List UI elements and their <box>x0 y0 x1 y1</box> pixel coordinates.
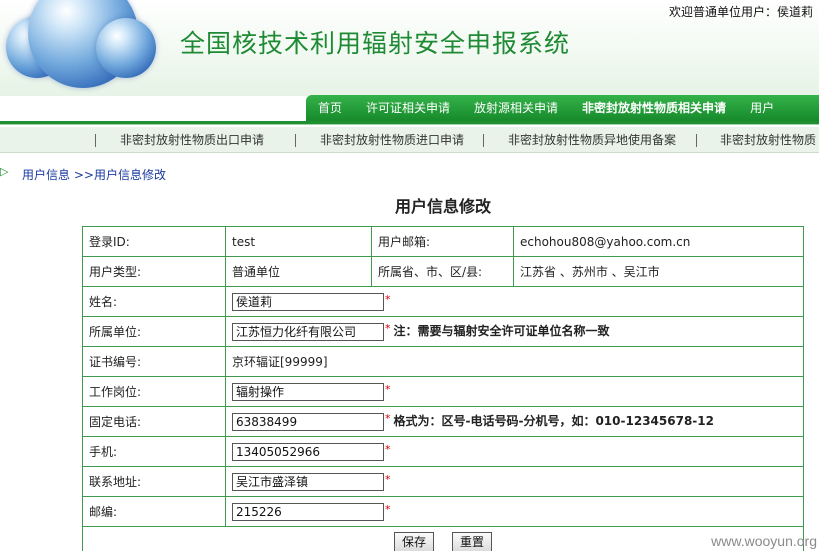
mobile-cell: 13405052966 * <box>225 436 804 467</box>
sub-nav: 非密封放射性物质出口申请 非密封放射性物质进口申请 非密封放射性物质异地使用备案… <box>0 127 819 153</box>
breadcrumb-home-link[interactable]: 用户信息 <box>22 168 70 182</box>
required-mark: * <box>385 382 391 396</box>
cert-value: 京环辐证[99999] <box>225 346 804 377</box>
nav-item-user[interactable]: 用户 <box>738 95 786 121</box>
nav-item-unsealed-material[interactable]: 非密封放射性物质相关申请 <box>570 95 738 121</box>
main-nav: 首页 许可证相关申请 放射源相关申请 非密封放射性物质相关申请 用户 <box>306 95 819 121</box>
email-label: 用户邮箱: <box>371 226 514 257</box>
blue-orb-logo <box>96 18 156 78</box>
header-banner: 全国核技术利用辐射安全申报系统 欢迎普通单位用户：侯道莉 <box>0 0 819 96</box>
required-mark: * <box>385 472 391 486</box>
watermark: www.wooyun.org <box>711 533 817 549</box>
page-title: 用户信息修改 <box>394 197 491 216</box>
welcome-username: 侯道莉 <box>776 5 813 19</box>
post-label: 工作岗位: <box>82 376 226 407</box>
post-input[interactable]: 辐射操作 <box>232 382 384 401</box>
breadcrumb-separator: >> <box>73 168 94 182</box>
app-root: 全国核技术利用辐射安全申报系统 欢迎普通单位用户：侯道莉 首页 许可证相关申请 … <box>0 0 819 551</box>
address-label: 联系地址: <box>82 466 226 497</box>
required-mark: * <box>385 412 391 426</box>
org-note: 注：需要与辐射安全许可证单位名称一致 <box>393 324 610 339</box>
org-cell: 江苏恒力化纤有限公司 * 注：需要与辐射安全许可证单位名称一致 <box>225 316 804 347</box>
zip-label: 邮编: <box>82 496 226 527</box>
phone-format-note: 格式为：区号-电话号码-分机号，如：010-12345678-12 <box>393 414 714 429</box>
zip-cell: 215226 * <box>225 496 804 527</box>
subnav-item-more[interactable]: 非密封放射性物质 <box>720 127 816 152</box>
address-input[interactable]: 吴江市盛泽镇 <box>232 472 384 491</box>
org-input[interactable]: 江苏恒力化纤有限公司 <box>232 322 384 341</box>
form-row-cert: 证书编号: 京环辐证[99999] <box>82 346 804 377</box>
login-id-value: test <box>225 226 372 257</box>
region-value: 江苏省 、苏州市 、吴江市 <box>513 256 804 287</box>
welcome-message: 欢迎普通单位用户：侯道莉 <box>669 3 813 20</box>
user-type-label: 用户类型: <box>82 256 226 287</box>
user-type-value: 普通单位 <box>225 256 372 287</box>
nav-item-license[interactable]: 许可证相关申请 <box>354 95 462 121</box>
nav-item-radioactive-source[interactable]: 放射源相关申请 <box>462 95 570 121</box>
subnav-separator <box>696 134 697 147</box>
save-button[interactable]: 保存 <box>393 531 434 551</box>
form-row-mobile: 手机: 13405052966 * <box>82 436 804 467</box>
mobile-label: 手机: <box>82 436 226 467</box>
form-row-login: 登录ID: test 用户邮箱: echohou808@yahoo.com.cn <box>82 226 804 257</box>
form-row-address: 联系地址: 吴江市盛泽镇 * <box>82 466 804 497</box>
phone-label: 固定电话: <box>82 406 226 437</box>
user-info-form: 登录ID: test 用户邮箱: echohou808@yahoo.com.cn… <box>82 226 804 551</box>
cert-label: 证书编号: <box>82 346 226 377</box>
subnav-separator <box>95 134 96 147</box>
org-label: 所属单位: <box>82 316 226 347</box>
reset-button[interactable]: 重置 <box>452 531 493 551</box>
email-value: echohou808@yahoo.com.cn <box>513 226 804 257</box>
required-mark: * <box>385 442 391 456</box>
button-cell: 保存 重置 <box>82 526 804 551</box>
subnav-item-export[interactable]: 非密封放射性物质出口申请 <box>120 127 264 152</box>
system-title: 全国核技术利用辐射安全申报系统 <box>180 29 571 58</box>
mobile-input[interactable]: 13405052966 <box>232 442 384 461</box>
subnav-item-offsite-filing[interactable]: 非密封放射性物质异地使用备案 <box>508 127 676 152</box>
subnav-separator <box>483 134 484 147</box>
welcome-prefix: 欢迎普通单位用户： <box>668 5 777 19</box>
phone-input[interactable]: 63838499 <box>232 412 384 431</box>
name-input[interactable]: 侯道莉 <box>232 292 384 311</box>
form-row-name: 姓名: 侯道莉 * <box>82 286 804 317</box>
nav-divider <box>0 121 819 125</box>
form-row-zip: 邮编: 215226 * <box>82 496 804 527</box>
required-mark: * <box>385 502 391 516</box>
form-row-post: 工作岗位: 辐射操作 * <box>82 376 804 407</box>
login-id-label: 登录ID: <box>82 226 226 257</box>
breadcrumb: 用户信息 >>用户信息修改 <box>22 166 166 183</box>
breadcrumb-current: 用户信息修改 <box>93 168 166 182</box>
subnav-separator <box>295 134 296 147</box>
required-mark: * <box>385 322 391 336</box>
form-row-buttons: 保存 重置 <box>82 526 804 551</box>
form-row-phone: 固定电话: 63838499 * 格式为：区号-电话号码-分机号，如：010-123… <box>82 406 804 437</box>
name-cell: 侯道莉 * <box>225 286 804 317</box>
phone-cell: 63838499 * 格式为：区号-电话号码-分机号，如：010-12345678-… <box>225 406 804 437</box>
required-mark: * <box>385 292 391 306</box>
arrow-right-icon: ▷ <box>0 165 9 178</box>
region-label: 所属省、市、区/县: <box>371 256 514 287</box>
post-cell: 辐射操作 * <box>225 376 804 407</box>
nav-item-home[interactable]: 首页 <box>306 95 354 121</box>
address-cell: 吴江市盛泽镇 * <box>225 466 804 497</box>
name-label: 姓名: <box>82 286 226 317</box>
form-row-org: 所属单位: 江苏恒力化纤有限公司 * 注：需要与辐射安全许可证单位名称一致 <box>82 316 804 347</box>
zip-input[interactable]: 215226 <box>232 502 384 521</box>
form-row-type: 用户类型: 普通单位 所属省、市、区/县: 江苏省 、苏州市 、吴江市 <box>82 256 804 287</box>
subnav-item-import[interactable]: 非密封放射性物质进口申请 <box>320 127 464 152</box>
